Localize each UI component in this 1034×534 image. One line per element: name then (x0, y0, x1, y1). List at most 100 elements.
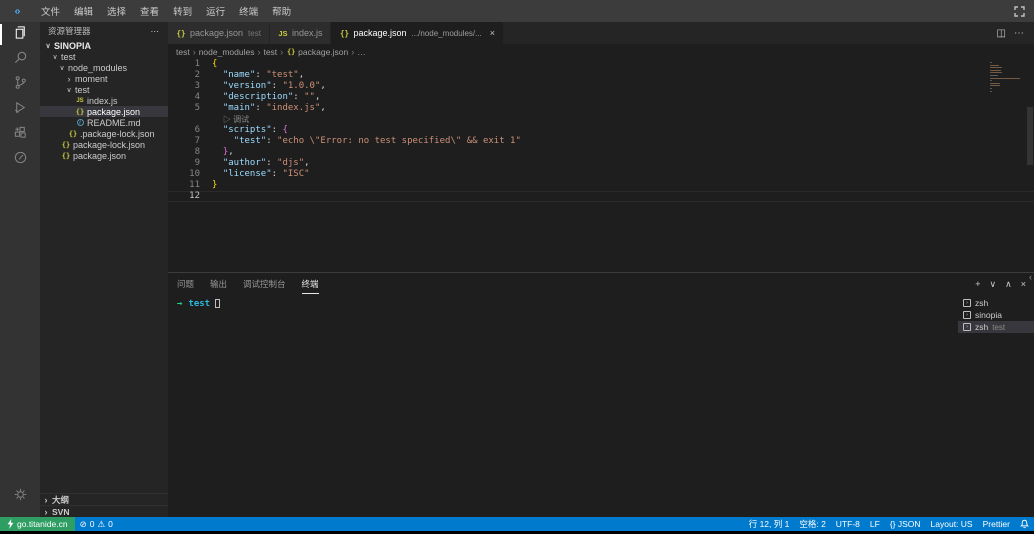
lightning-icon (7, 519, 14, 529)
editor-scrollbar[interactable] (1026, 59, 1034, 272)
sidebar-section-outline[interactable]: ›大纲 (40, 493, 168, 505)
notifications-button[interactable] (1015, 519, 1034, 529)
tab-package-json-node-modules[interactable]: {}package.json.../node_modules/...× (331, 22, 503, 44)
code-line-11[interactable]: 11} (168, 180, 1034, 191)
tab-bar: {}package.jsontestJSindex.js {} package.js… (168, 22, 1034, 44)
code-line-9[interactable]: 9 "author": "djs", (168, 158, 1034, 169)
panel-tab-output[interactable]: 输出 (210, 274, 227, 294)
manage-button[interactable] (0, 484, 40, 509)
code-line-4[interactable]: 4 "description": "", (168, 92, 1034, 103)
json-file-icon: {} (339, 29, 349, 38)
split-editor-icon[interactable]: ◫ (997, 28, 1006, 39)
menu-go[interactable]: 转到 (166, 4, 199, 18)
status-indent[interactable]: 空格: 2 (794, 518, 830, 530)
code-line-2[interactable]: 2 "name": "test", (168, 70, 1034, 81)
breadcrumb-item[interactable]: test (176, 47, 190, 57)
tree-item--package-lock-json[interactable]: {}.package-lock.json (40, 128, 168, 139)
more-actions-icon[interactable]: ⋯ (1014, 28, 1024, 39)
code-line-8[interactable]: 8 }, (168, 147, 1034, 158)
remote-indicator[interactable]: go.titanide.cn (0, 517, 75, 531)
tree-item-sinopia[interactable]: ∨SINOPIA (40, 40, 168, 51)
sidebar-item-search[interactable] (0, 47, 40, 72)
breadcrumb-item[interactable]: test (263, 47, 277, 57)
tree-item-index-js[interactable]: JSindex.js (40, 95, 168, 106)
editor-group: {}package.jsontestJSindex.js{}package.js… (168, 22, 1034, 517)
new-terminal-icon[interactable]: + (975, 279, 980, 289)
minimap-line (990, 91, 992, 92)
code-line-10[interactable]: 10 "license": "ISC" (168, 169, 1034, 180)
line-number: 8 (168, 147, 212, 158)
maximize-panel-icon[interactable]: ∧ (1005, 279, 1012, 290)
status-bar: go.titanide.cn ⊘ 0 ⚠ 0 行 12, 列 1空格: 2UTF… (0, 517, 1034, 531)
sidebar-item-live-run[interactable] (0, 147, 40, 172)
menu-selection[interactable]: 选择 (100, 4, 133, 18)
minimap[interactable] (990, 62, 1024, 93)
code-line-6[interactable]: 6 "scripts": { (168, 125, 1034, 136)
scrollbar-slider[interactable] (1027, 107, 1033, 165)
tree-item-test[interactable]: ∨test (40, 84, 168, 95)
tab-label: package.json (353, 28, 406, 38)
terminal-view[interactable]: →test (168, 295, 958, 517)
code-line-5[interactable]: 5 "main": "index.js", (168, 103, 1034, 114)
status-eol[interactable]: LF (865, 518, 885, 530)
sidebar-section-svn[interactable]: ›SVN (40, 505, 168, 517)
code-token: , (228, 147, 233, 157)
code-line-1[interactable]: 1{ (168, 59, 1034, 70)
status-line-col[interactable]: 行 12, 列 1 (744, 518, 795, 530)
code-line-7[interactable]: 7 "test": "echo \"Error: no test specifi… (168, 136, 1034, 147)
tab-index-js[interactable]: JSindex.js (270, 22, 331, 44)
breadcrumb-item[interactable]: … (357, 47, 366, 57)
code-line-3[interactable]: 3 "version": "1.0.0", (168, 81, 1034, 92)
code-token: : (272, 81, 283, 91)
terminal-dropdown-icon[interactable]: ∨ (990, 279, 997, 290)
panel-tab-terminal[interactable]: 终端 (302, 274, 319, 294)
tree-item-test[interactable]: ∨test (40, 51, 168, 62)
menu-help[interactable]: 帮助 (265, 4, 298, 18)
close-icon[interactable]: × (490, 28, 495, 38)
explorer-more-actions-icon[interactable]: ⋯ (151, 26, 161, 37)
breadcrumb-item[interactable]: node_modules (199, 47, 255, 57)
error-count: 0 (90, 519, 95, 529)
tree-item-readme-md[interactable]: iREADME.md (40, 117, 168, 128)
status-language[interactable]: {} JSON (885, 518, 926, 530)
sidebar-item-extensions[interactable] (0, 122, 40, 147)
tree-item-moment[interactable]: ›moment (40, 73, 168, 84)
minimap-line (990, 80, 992, 81)
chevron-left-icon[interactable]: ‹ (1029, 272, 1032, 282)
tree-item-node-modules[interactable]: ∨node_modules (40, 62, 168, 73)
tab-package-json-test[interactable]: {}package.jsontest (168, 22, 269, 44)
menu-file[interactable]: 文件 (34, 4, 67, 18)
menu-run[interactable]: 运行 (199, 4, 232, 18)
sidebar-item-explorer[interactable] (0, 22, 40, 47)
menu-terminal[interactable]: 终端 (232, 4, 265, 18)
status-prettier[interactable]: Prettier (978, 518, 1015, 530)
panel-tab-debug-console[interactable]: 调试控制台 (243, 274, 286, 294)
terminal-list-item-sinopia[interactable]: ›sinopia (958, 309, 1034, 321)
code-token: "echo \"Error: no test specified\" && ex… (277, 136, 521, 146)
terminal-list-item-zsh-test[interactable]: ›zshtest (958, 321, 1034, 333)
sidebar-item-source-control[interactable] (0, 72, 40, 97)
code-line-12[interactable]: 12 (168, 191, 1034, 202)
close-panel-icon[interactable]: × (1021, 279, 1026, 289)
breadcrumb-item[interactable]: {}package.json (286, 47, 348, 57)
fullscreen-icon[interactable] (1004, 6, 1034, 17)
code-editor[interactable]: 1{2 "name": "test",3 "version": "1.0.0",… (168, 59, 1034, 272)
sidebar-item-run-debug[interactable] (0, 97, 40, 122)
status-layout[interactable]: Layout: US (926, 518, 978, 530)
terminal-list: ›zsh›sinopia›zshtest (958, 295, 1034, 517)
breadcrumb-separator-icon: › (280, 47, 283, 57)
code-line-codelens[interactable]: ▷ 调试 (168, 114, 1034, 125)
tree-item-package-json[interactable]: {}package.json (40, 150, 168, 161)
problems-status[interactable]: ⊘ 0 ⚠ 0 (75, 519, 118, 530)
menu-edit[interactable]: 编辑 (67, 4, 100, 18)
menu-view[interactable]: 查看 (133, 4, 166, 18)
breadcrumb-separator-icon: › (193, 47, 196, 57)
code-token: : (266, 136, 277, 146)
status-encoding[interactable]: UTF-8 (831, 518, 865, 530)
tree-item-package-lock-json[interactable]: {}package-lock.json (40, 139, 168, 150)
terminal-list-item-zsh[interactable]: ›zsh (958, 297, 1034, 309)
tree-item-package-json[interactable]: {}package.json (40, 106, 168, 117)
tree-item-label: moment (75, 74, 108, 84)
chevron-right-icon: › (42, 496, 50, 504)
panel-tab-problems[interactable]: 问题 (177, 274, 194, 294)
